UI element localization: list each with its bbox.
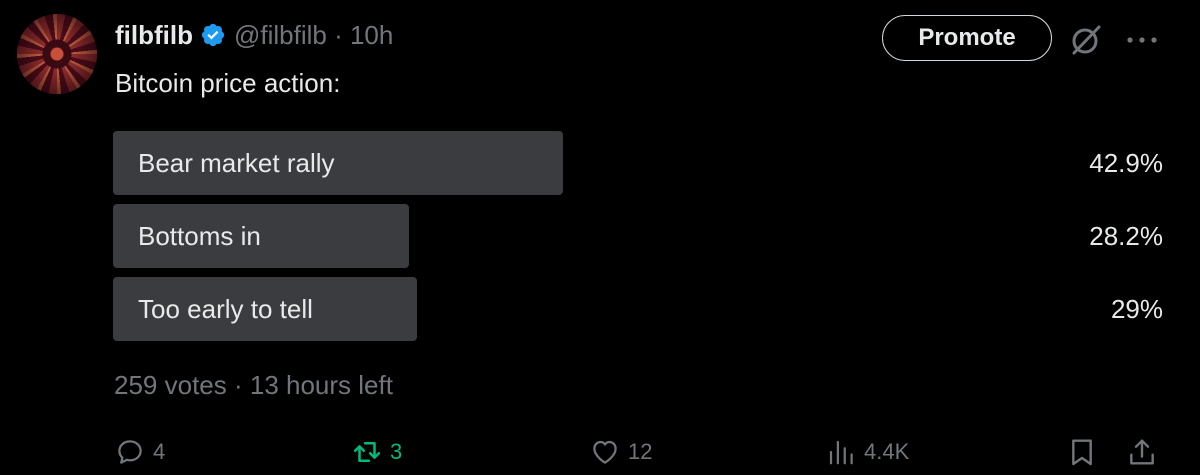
reply-button[interactable]: 4 [115, 436, 165, 468]
views-button[interactable]: 4.4K [826, 436, 909, 468]
poll-option: Bottoms in 28.2% [113, 204, 1163, 268]
poll-option: Too early to tell 29% [113, 277, 1163, 341]
promote-button[interactable]: Promote [882, 15, 1052, 61]
verified-badge-icon [201, 23, 225, 47]
bookmark-icon[interactable] [1066, 436, 1098, 468]
avatar[interactable] [17, 14, 97, 94]
views-chart-icon [829, 440, 853, 465]
poll-option-label: Bottoms in [138, 221, 261, 251]
separator: · [226, 370, 250, 400]
handle[interactable]: @filbfilb [234, 20, 327, 50]
poll-time-left: 13 hours left [249, 370, 393, 400]
reply-count: 4 [153, 439, 166, 464]
poll-option-label: Too early to tell [138, 294, 313, 324]
handle-and-time: @filbfilb · 10h [234, 20, 393, 51]
repost-count: 3 [390, 439, 403, 464]
reply-icon [118, 440, 142, 464]
tweet-header: filbfilb @filbfilb · 10h [115, 17, 393, 53]
more-icon[interactable] [1122, 22, 1162, 58]
poll-option-percent: 42.9% [1089, 148, 1163, 178]
poll-option-percent: 29% [1110, 294, 1163, 324]
separator: · [326, 19, 350, 50]
poll-option: Bear market rally 42.9% [113, 131, 1163, 195]
timestamp[interactable]: 10h [350, 20, 393, 50]
share-icon[interactable] [1126, 436, 1158, 468]
repost-button[interactable]: 3 [352, 436, 402, 468]
views-count: 4.4K [864, 439, 910, 464]
repost-icon [353, 442, 381, 462]
poll-option-label: Bear market rally [138, 148, 335, 178]
poll-meta: 259 votes · 13 hours left [114, 370, 393, 401]
poll-option-percent: 28.2% [1089, 221, 1163, 251]
like-button[interactable]: 12 [590, 436, 652, 468]
poll-votes: 259 votes [114, 370, 227, 400]
grok-icon[interactable] [1068, 22, 1104, 58]
poll: Bear market rally 42.9% Bottoms in 28.2%… [113, 131, 1163, 350]
tweet-text: Bitcoin price action: [115, 68, 341, 98]
like-count: 12 [628, 439, 653, 464]
heart-icon [593, 440, 617, 464]
display-name[interactable]: filbfilb [115, 20, 193, 51]
